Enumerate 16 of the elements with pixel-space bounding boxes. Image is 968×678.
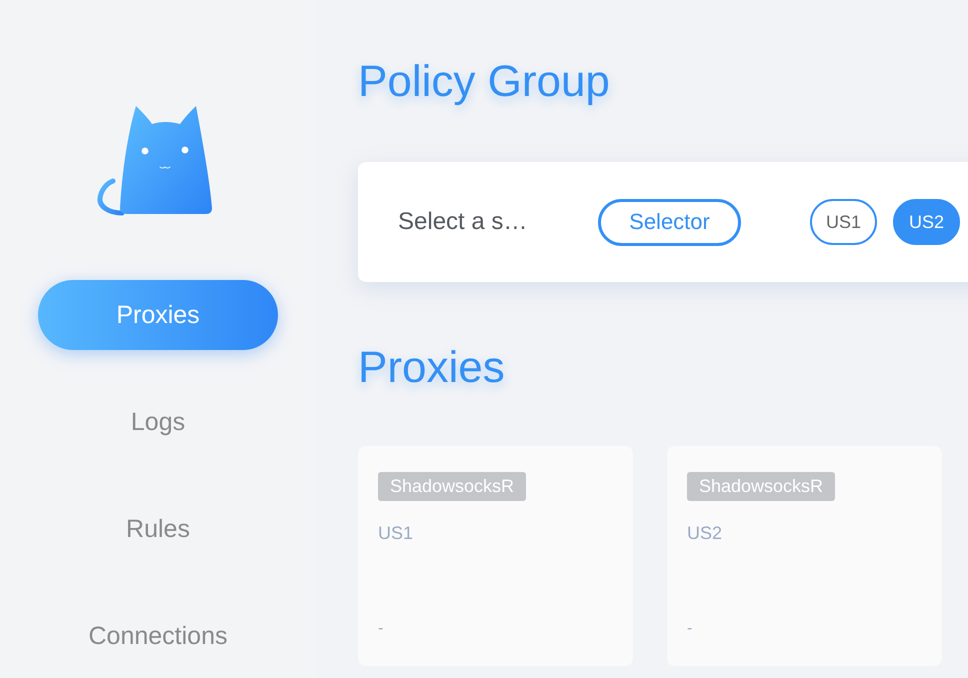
proxy-type-tag: ShadowsocksR [378,472,526,501]
group-type-tag: Selector [598,198,741,246]
proxy-name: US2 [687,523,722,544]
group-name: Select a s… [398,208,528,236]
proxy-latency: - [687,620,692,638]
nav-item[interactable]: Proxies [38,280,278,350]
nav-item[interactable]: Connections [38,601,278,671]
section-title: Proxies [358,342,505,394]
proxy-name: US1 [378,523,414,544]
proxy-type-tag: ShadowsocksR [687,472,836,501]
nav-item[interactable]: Rules [38,494,278,564]
proxy-option[interactable]: US2 [893,199,960,245]
proxy-latency: - [378,620,384,638]
nav-item[interactable]: Logs [38,387,278,457]
section-title: Policy Group [358,56,610,108]
proxy-option[interactable]: US1 [810,199,877,245]
